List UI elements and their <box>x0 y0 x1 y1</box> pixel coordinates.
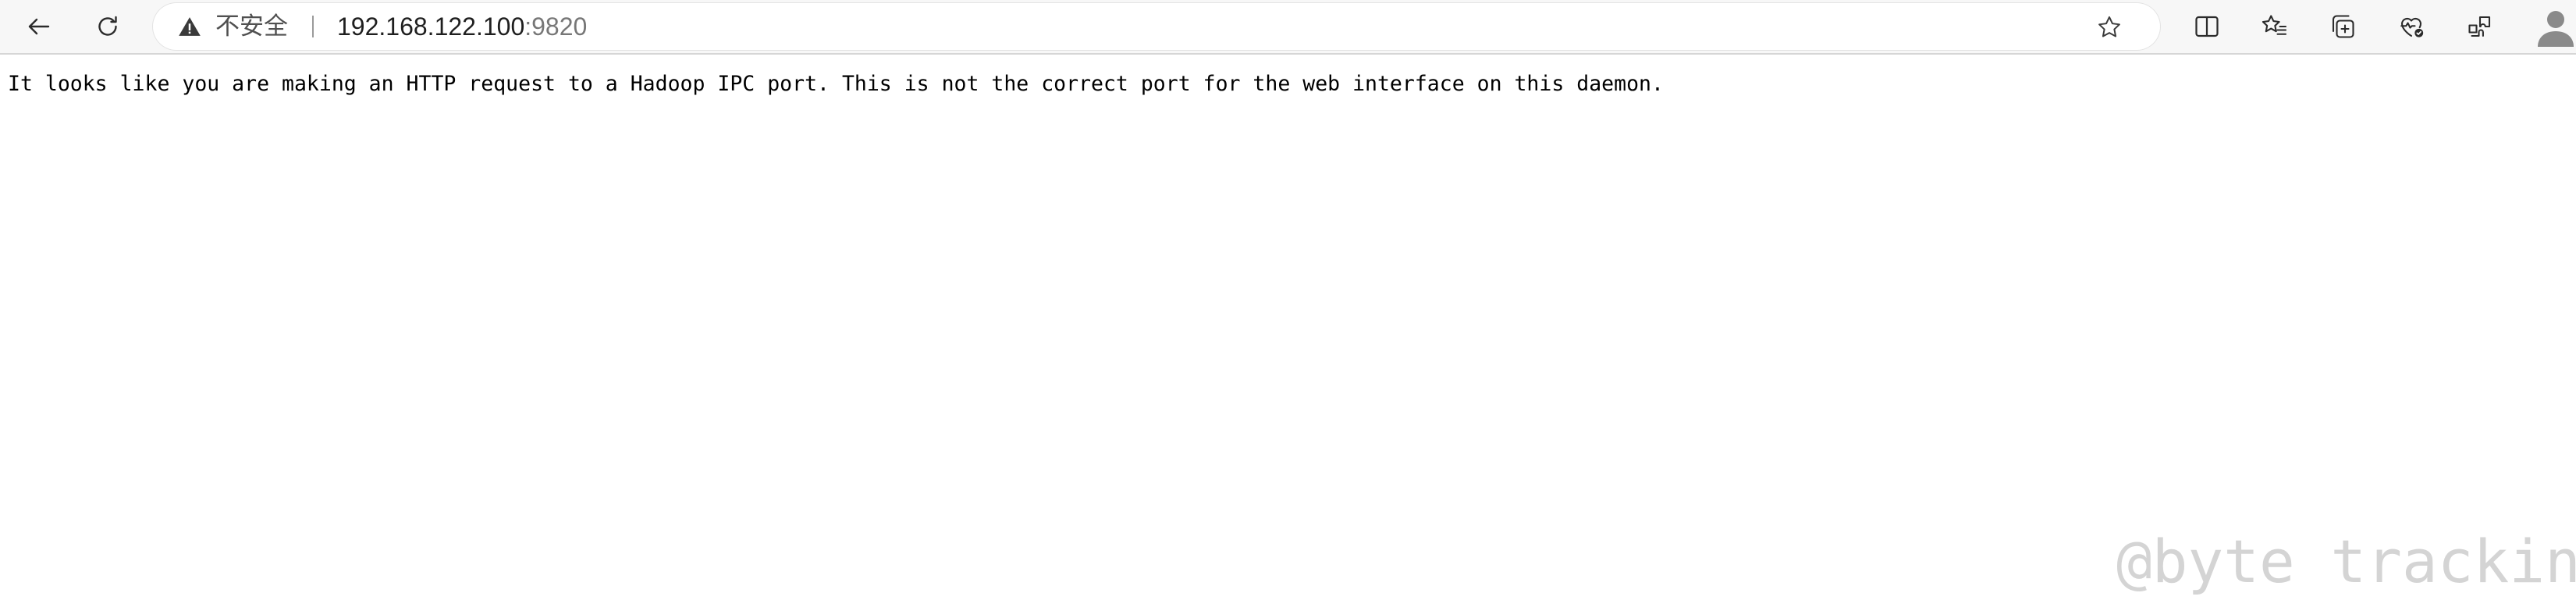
split-screen-icon <box>2195 16 2219 37</box>
browser-toolbar: 不安全 192.168.122.100:9820 <box>0 0 2576 55</box>
favorites-button[interactable] <box>2252 5 2296 48</box>
collections-icon <box>2332 15 2354 38</box>
avatar-icon <box>2538 11 2574 47</box>
add-favorite-button[interactable] <box>2091 9 2127 45</box>
heart-pulse-icon <box>2400 17 2424 37</box>
profile-button[interactable] <box>2536 6 2575 47</box>
browser-essentials-button[interactable] <box>2389 5 2433 48</box>
address-bar[interactable]: 不安全 192.168.122.100:9820 <box>153 3 2160 50</box>
url-text[interactable]: 192.168.122.100:9820 <box>337 3 587 50</box>
extensions-icon <box>2468 16 2491 37</box>
reload-icon <box>98 16 117 36</box>
extensions-button[interactable] <box>2458 5 2502 48</box>
security-status-label[interactable]: 不安全 <box>215 3 288 50</box>
split-screen-button[interactable] <box>2185 5 2229 48</box>
reload-button[interactable] <box>86 5 130 48</box>
url-port: :9820 <box>524 12 588 41</box>
warning-triangle-icon[interactable] <box>178 15 201 38</box>
url-host: 192.168.122.100 <box>337 12 525 41</box>
star-icon <box>2098 16 2120 37</box>
back-arrow-icon <box>28 18 50 35</box>
watermark: @byte tracking <box>2116 527 2576 596</box>
address-separator <box>312 16 314 37</box>
back-button[interactable] <box>17 5 61 48</box>
collections-button[interactable] <box>2321 5 2365 48</box>
page-message: It looks like you are making an HTTP req… <box>8 72 1664 96</box>
favorites-icon <box>2262 15 2287 35</box>
